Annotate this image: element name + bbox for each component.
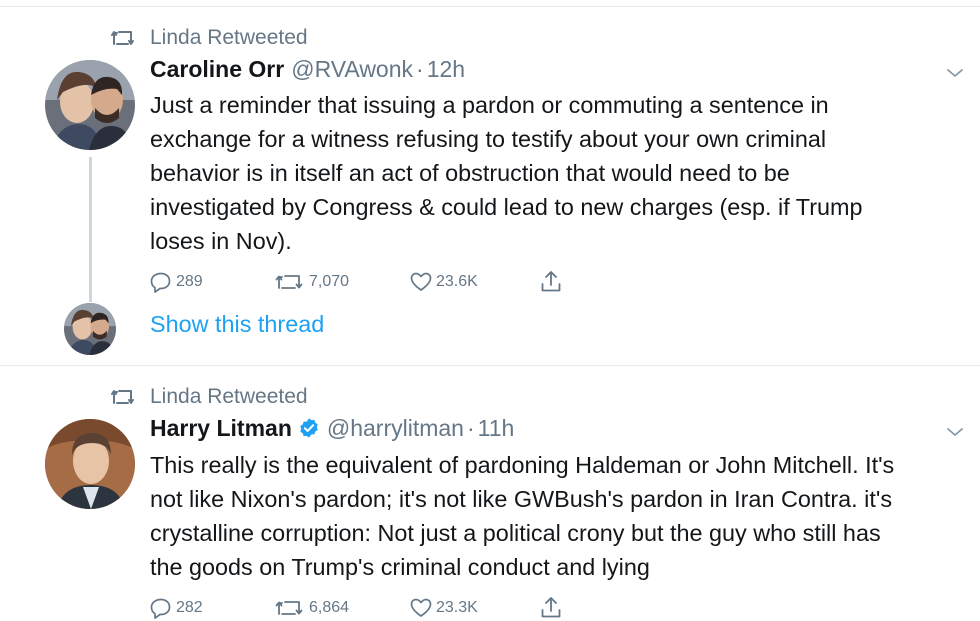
tweet-card[interactable]: Linda Retweeted Caroline Orr @RVAwonk · … (0, 7, 980, 366)
reply-button[interactable]: 282 (150, 595, 203, 621)
avatar-photo (45, 60, 135, 150)
avatar-photo (45, 419, 135, 509)
share-button[interactable] (540, 269, 566, 295)
separator-dot: · (416, 55, 424, 82)
retweet-count: 6,864 (309, 599, 350, 616)
chevron-down-icon[interactable] (946, 426, 964, 438)
retweet-button[interactable]: 7,070 (275, 269, 349, 295)
tweet-text: Just a reminder that issuing a pardon or… (150, 88, 965, 258)
reply-count: 289 (176, 273, 203, 290)
tweet-text: This really is the equivalent of pardoni… (150, 448, 965, 584)
tweet-text-line: behavior is in itself an act of obstruct… (150, 160, 790, 186)
like-button[interactable]: 23.6K (410, 269, 478, 295)
thread-avatar[interactable] (64, 303, 116, 355)
thread-connector-line (89, 157, 92, 302)
share-icon (541, 271, 561, 292)
retweet-icon (111, 31, 134, 45)
retweet-context[interactable]: Linda Retweeted (111, 382, 308, 412)
retweet-icon (275, 601, 303, 615)
tweet-text-line: exchange for a witness refusing to testi… (150, 126, 827, 152)
avatar[interactable] (45, 60, 135, 150)
reply-count: 282 (176, 599, 203, 616)
retweet-button[interactable]: 6,864 (275, 595, 349, 621)
avatar-photo (64, 303, 116, 355)
reply-icon (150, 272, 171, 293)
tweet-text-line: loses in Nov). (150, 228, 292, 254)
tweet-text-line: crystalline corruption: Not just a polit… (150, 520, 881, 546)
chevron-down-icon[interactable] (946, 67, 964, 79)
tweet-card[interactable]: Linda Retweeted Harry Litman @harrylitma… (0, 366, 980, 621)
retweet-context-label: Linda Retweeted (150, 385, 308, 408)
author-handle[interactable]: @harrylitman (327, 415, 464, 442)
tweet-text-line: This really is the equivalent of pardoni… (150, 452, 895, 478)
tweet-header: Harry Litman @harrylitman · 11h (150, 412, 514, 444)
tweet-text-line: investigated by Congress & could lead to… (150, 194, 863, 220)
tweet-actions: 282 6,864 23.3K (150, 595, 580, 621)
retweet-context-label: Linda Retweeted (150, 26, 308, 49)
author-handle[interactable]: @RVAwonk (291, 56, 413, 83)
reply-button[interactable]: 289 (150, 269, 203, 295)
like-icon (410, 272, 432, 291)
retweet-context[interactable]: Linda Retweeted (111, 23, 308, 53)
tweet-text-line: the goods on Trump's criminal conduct an… (150, 554, 650, 580)
tweet-timestamp[interactable]: 12h (427, 56, 465, 83)
like-button[interactable]: 23.3K (410, 595, 478, 621)
show-thread-link[interactable]: Show this thread (150, 311, 324, 338)
author-name[interactable]: Harry Litman (150, 415, 292, 442)
like-icon (410, 598, 432, 617)
retweet-icon (275, 275, 303, 289)
like-count: 23.3K (436, 599, 478, 616)
retweet-icon (111, 390, 134, 404)
share-icon (541, 597, 561, 618)
like-count: 23.6K (436, 273, 478, 290)
verified-badge-icon (298, 417, 320, 439)
tweet-timestamp[interactable]: 11h (478, 415, 515, 442)
reply-icon (150, 598, 171, 619)
avatar[interactable] (45, 419, 135, 509)
tweet-text-line: Just a reminder that issuing a pardon or… (150, 92, 829, 118)
tweet-header: Caroline Orr @RVAwonk · 12h (150, 53, 465, 85)
author-name[interactable]: Caroline Orr (150, 56, 284, 83)
retweet-count: 7,070 (309, 273, 350, 290)
tweet-actions: 289 7,070 23.6K (150, 269, 580, 295)
tweet-text-line: not like Nixon's pardon; it's not like G… (150, 486, 893, 512)
share-button[interactable] (540, 595, 566, 621)
top-divider (0, 0, 980, 7)
separator-dot: · (466, 414, 475, 441)
